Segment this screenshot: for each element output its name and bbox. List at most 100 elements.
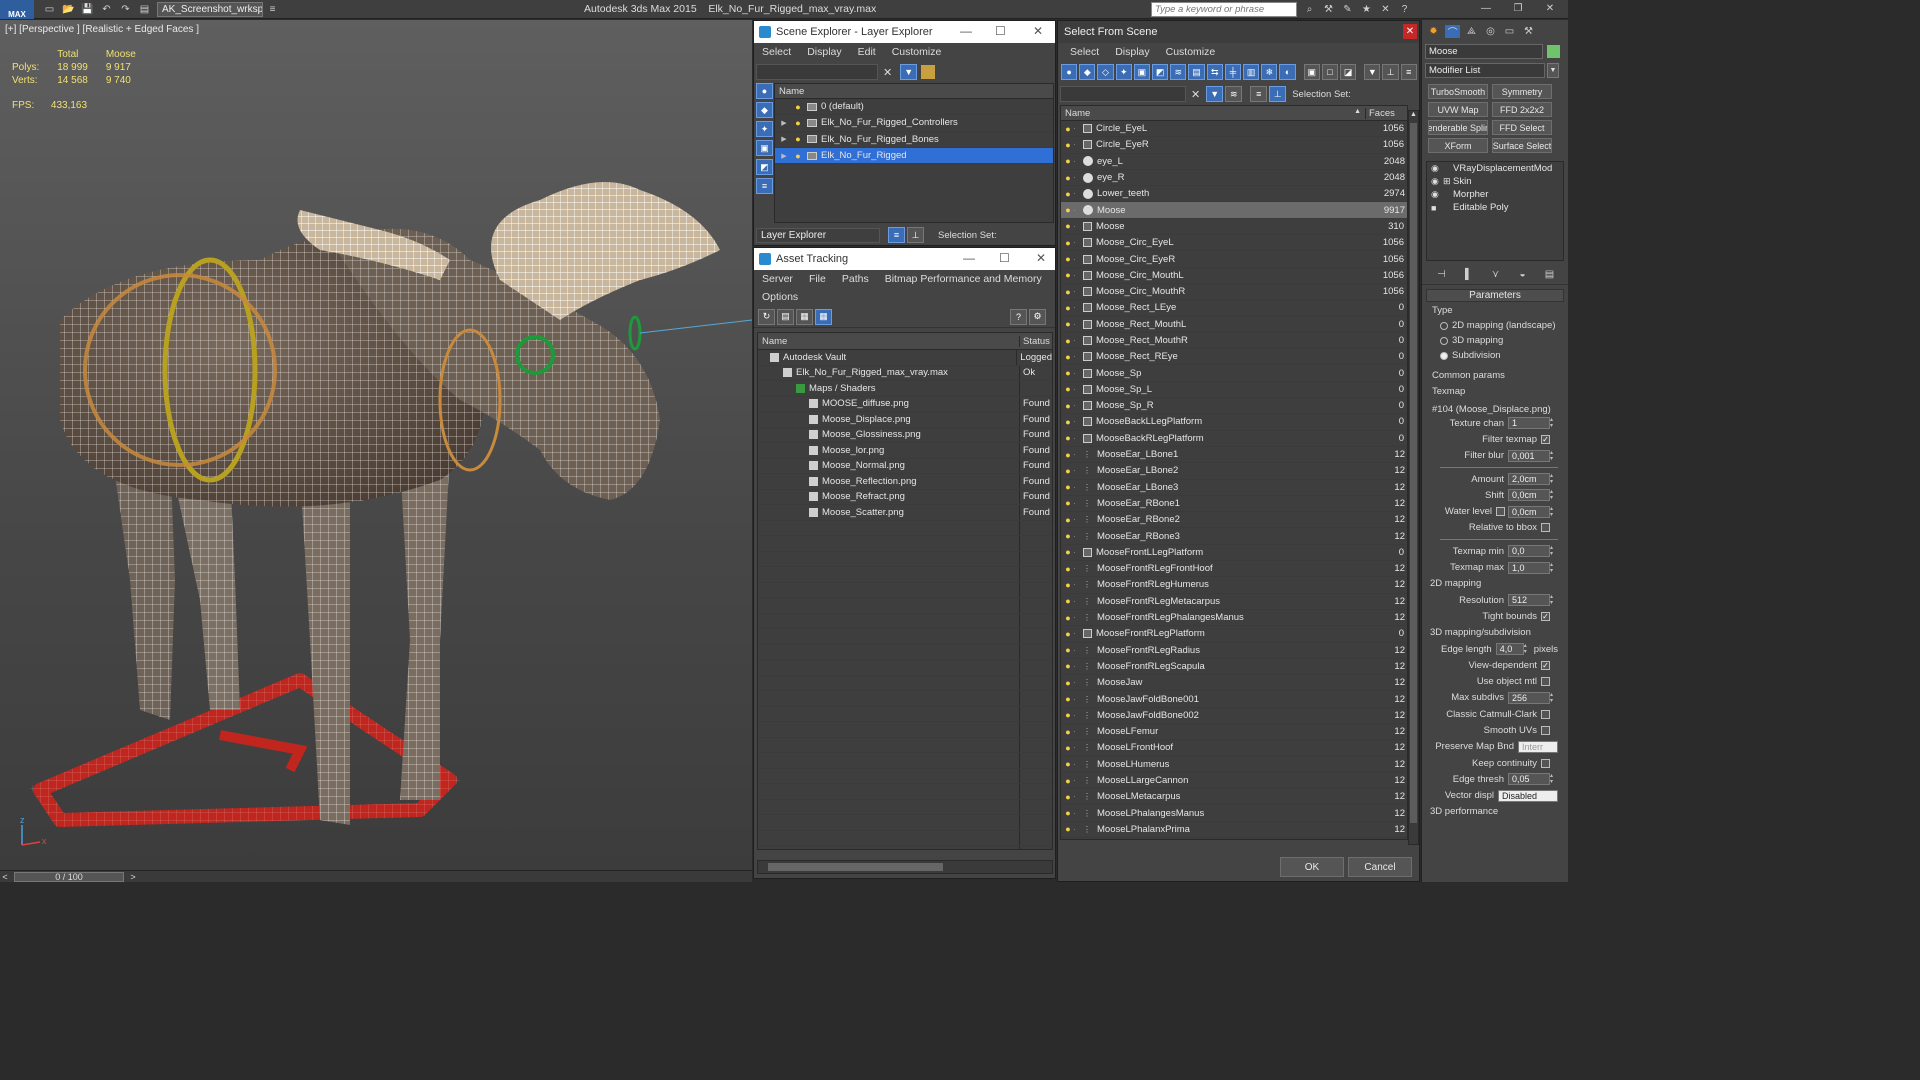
spinner-arrows-icon[interactable]: ▴ ▾ — [1550, 489, 1558, 501]
modifier-stack-item[interactable]: ◉ Morpher — [1427, 188, 1563, 201]
view-dependent-checkbox[interactable]: ✓ — [1541, 660, 1550, 670]
asset-row[interactable]: Moose_Refract.png Found — [758, 489, 1052, 505]
filter-geometry-icon[interactable]: ◆ — [1079, 64, 1096, 80]
modifier-toggle-icon[interactable]: ◉ — [1431, 163, 1443, 174]
preserve-map-field[interactable]: Interr — [1518, 740, 1558, 753]
object-row[interactable]: ● · ⋮ MooseLHumerus 12 — [1061, 757, 1407, 773]
bulb-icon[interactable]: ● — [1063, 661, 1073, 671]
display-tab-icon[interactable]: ▭ — [1502, 25, 1517, 38]
bulb-icon[interactable]: ● — [1063, 303, 1073, 313]
bulb-icon[interactable]: ● — [1063, 824, 1073, 834]
subscription-icon[interactable]: ⚒ — [1321, 3, 1336, 16]
bulb-icon[interactable]: ● — [1063, 580, 1073, 590]
freeze-icon[interactable]: · — [1073, 206, 1079, 215]
spinner-arrows-icon[interactable]: ▴ ▾ — [1550, 545, 1558, 557]
spinner-arrows-icon[interactable]: ▴ ▾ — [1550, 692, 1558, 704]
scroll-up-icon[interactable]: ▲ — [1409, 111, 1418, 121]
favorites-icon[interactable]: ★ — [1359, 3, 1374, 16]
modifier-button[interactable]: XForm — [1428, 138, 1488, 153]
texmap-button[interactable]: #104 (Moose_Displace.png) — [1432, 404, 1564, 415]
object-row[interactable]: ● · ⋮ MooseLPhalangesManus 12 — [1061, 805, 1407, 822]
select-filter-input[interactable] — [1060, 86, 1186, 102]
object-row[interactable]: ● · Moose_Sp_L 0 — [1061, 382, 1407, 399]
freeze-icon[interactable]: · — [1073, 450, 1079, 459]
object-row[interactable]: ● · ⋮ MooseEar_RBone1 12 — [1061, 496, 1407, 513]
motion-tab-icon[interactable]: ◎ — [1483, 25, 1498, 38]
asset-row[interactable]: MOOSE_diffuse.png Found — [758, 396, 1052, 412]
filter-frozen-icon[interactable]: ❄ — [1261, 64, 1278, 80]
max-subdivs-spinner[interactable]: 256 — [1508, 691, 1550, 704]
bulb-icon[interactable]: ● — [1063, 417, 1073, 427]
configure-sets-icon[interactable]: ▤ — [1542, 268, 1557, 281]
object-row[interactable]: ● · Moose 9917 — [1061, 202, 1407, 219]
filter-lights-icon[interactable]: ✦ — [1115, 64, 1132, 80]
create-tab-icon[interactable]: ✹ — [1426, 25, 1441, 38]
menu-customize[interactable]: Customize — [884, 46, 950, 58]
freeze-icon[interactable]: · — [1073, 238, 1079, 247]
menu-select[interactable]: Select — [754, 46, 799, 58]
object-row[interactable]: ● · ⋮ MooseLFemur 12 — [1061, 724, 1407, 741]
modifier-list-dropdown-icon[interactable]: ▼ — [1547, 62, 1559, 78]
freeze-icon[interactable]: · — [1073, 401, 1079, 410]
object-row[interactable]: ● · Circle_EyeR 1056 — [1061, 137, 1407, 154]
object-row[interactable]: ● · ⋮ MooseEar_LBone1 12 — [1061, 447, 1407, 464]
object-vscrollbar[interactable]: ▲ — [1408, 110, 1419, 845]
modifier-toggle-icon[interactable]: ◉ — [1431, 176, 1443, 187]
freeze-icon[interactable]: · — [1073, 417, 1079, 426]
bulb-icon[interactable]: ● — [1063, 482, 1073, 492]
asset-help-icon[interactable]: ? — [1010, 308, 1027, 325]
edge-length-spinner[interactable]: 4,0 — [1495, 643, 1524, 655]
vector-displ-combo[interactable]: Disabled — [1498, 789, 1558, 802]
water-level-checkbox[interactable] — [1496, 507, 1505, 517]
save-file-icon[interactable]: 💾 — [80, 3, 95, 16]
object-row[interactable]: ● · ⋮ MooseFrontRLegScapula 12 — [1061, 659, 1407, 676]
object-row[interactable]: ● · ⋮ MooseLPhalanxPrima 12 — [1061, 822, 1407, 839]
asset-settings-icon[interactable]: ⚙ — [1029, 308, 1046, 325]
modifier-button[interactable]: UVW Map — [1428, 102, 1488, 117]
spinner-arrows-icon[interactable]: ▴ ▾ — [1550, 506, 1558, 518]
bulb-icon[interactable]: ● — [1063, 238, 1073, 248]
spinner-arrows-icon[interactable]: ▴ ▾ — [1550, 473, 1558, 485]
exchange-icon[interactable]: ✕ — [1378, 3, 1393, 16]
freeze-icon[interactable]: · — [1073, 727, 1079, 736]
asset-hscroll-thumb[interactable] — [768, 863, 943, 871]
object-row[interactable]: ● · MooseBackLLegPlatform 0 — [1061, 414, 1407, 431]
bulb-icon[interactable]: ● — [1063, 156, 1073, 166]
smooth-uvs-checkbox[interactable] — [1541, 725, 1550, 735]
display-cameras-icon[interactable]: ▣ — [756, 140, 773, 156]
bulb-icon[interactable]: ● — [1063, 221, 1073, 231]
object-row[interactable]: ● · ⋮ MooseJawFoldBone002 12 — [1061, 708, 1407, 724]
select-scene-titlebar[interactable]: Select From Scene ✕ — [1058, 21, 1419, 43]
filter-shapes-icon[interactable]: ◇ — [1097, 64, 1114, 80]
object-row[interactable]: ● · ⋮ MooseFrontRLegMetacarpus 12 — [1061, 594, 1407, 610]
bulb-icon[interactable]: ● — [1063, 124, 1073, 134]
freeze-icon[interactable]: · — [1073, 466, 1079, 475]
binoculars-icon[interactable]: ⌕ — [1302, 3, 1317, 16]
object-row[interactable]: ● · MooseBackRLegPlatform 0 — [1061, 431, 1407, 447]
object-row[interactable]: ● · eye_L 2048 — [1061, 154, 1407, 170]
hierarchy-icon[interactable]: ⊥ — [1382, 64, 1399, 80]
spinner-arrows-icon[interactable]: ▴ ▾ — [1524, 643, 1532, 655]
object-row[interactable]: ● · Lower_teeth 2974 — [1061, 186, 1407, 203]
bulb-icon[interactable]: ● — [1063, 173, 1073, 183]
bulb-icon[interactable]: ● — [1063, 596, 1073, 606]
minimize-icon[interactable]: — — [1472, 2, 1500, 15]
classic-cc-checkbox[interactable] — [1541, 709, 1550, 719]
keep-continuity-checkbox[interactable] — [1541, 758, 1550, 768]
utilities-tab-icon[interactable]: ⚒ — [1521, 25, 1536, 38]
asset-col-name[interactable]: Name — [758, 335, 1020, 347]
bulb-icon[interactable]: ● — [1063, 205, 1073, 215]
water-level-spinner[interactable]: 0,0cm — [1508, 505, 1550, 518]
freeze-icon[interactable]: · — [1073, 157, 1079, 166]
freeze-icon[interactable]: · — [1073, 255, 1079, 264]
bulb-icon[interactable]: ● — [793, 102, 803, 112]
asset-row[interactable]: Maps / Shaders — [758, 381, 1052, 397]
time-prev-icon[interactable]: < — [0, 872, 10, 882]
freeze-icon[interactable]: · — [1073, 287, 1079, 296]
redo-icon[interactable]: ↷ — [118, 3, 133, 16]
modifier-button[interactable]: Symmetry — [1492, 84, 1552, 99]
freeze-icon[interactable]: · — [1073, 124, 1079, 133]
freeze-icon[interactable]: · — [1073, 189, 1079, 198]
bulb-icon[interactable]: ● — [1063, 743, 1073, 753]
modifier-button[interactable]: FFD 2x2x2 — [1492, 102, 1552, 117]
